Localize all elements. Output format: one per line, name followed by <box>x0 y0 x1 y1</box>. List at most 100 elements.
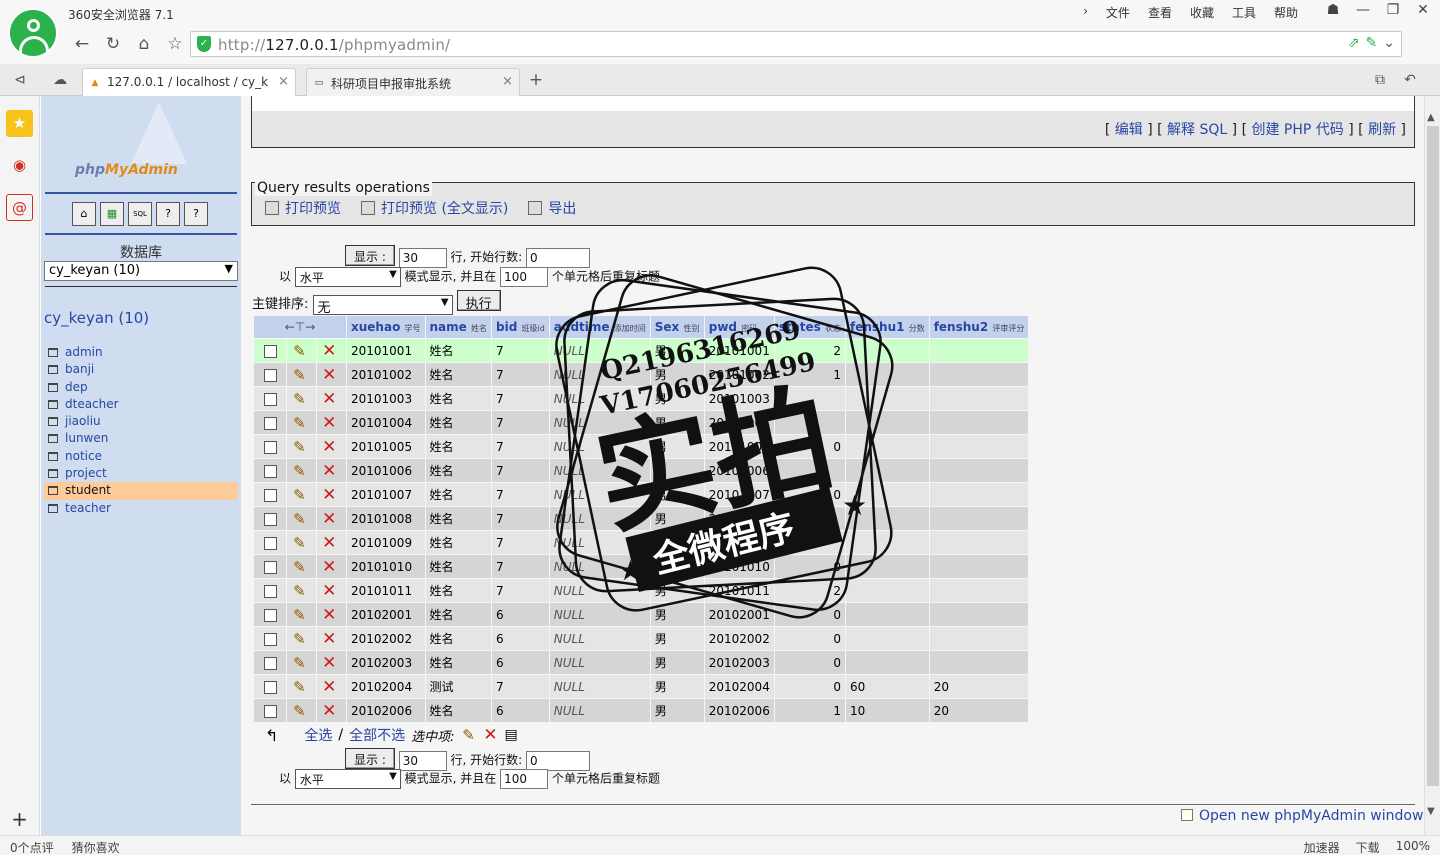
row-checkbox[interactable] <box>264 704 277 718</box>
edit-row-icon[interactable]: ✎ <box>291 535 307 551</box>
bulk-edit-icon[interactable]: ✎ <box>461 727 477 743</box>
column-header-name[interactable]: name 姓名 <box>425 316 491 338</box>
delete-row-icon[interactable]: ✕ <box>321 438 337 455</box>
table-icon[interactable] <box>48 417 58 427</box>
download-status[interactable]: 下载 <box>1356 839 1380 855</box>
table-row[interactable]: ✎ ✕ 20102003 姓名 6 NULL 男 20102003 0 <box>254 651 1029 674</box>
edit-row-icon[interactable]: ✎ <box>291 439 307 455</box>
share-icon[interactable]: ⇗ <box>1348 35 1360 51</box>
table-item-admin[interactable]: admin <box>44 344 238 361</box>
back-icon[interactable]: ← <box>70 32 94 56</box>
delete-row-icon[interactable]: ✕ <box>321 342 337 359</box>
help-icon[interactable]: ? <box>184 202 208 226</box>
delete-row-icon[interactable]: ✕ <box>321 678 337 695</box>
row-checkbox[interactable] <box>264 488 277 502</box>
star-icon[interactable]: ☆ <box>163 32 187 56</box>
tab-research-system[interactable]: ▭ 科研项目申报审批系统 × <box>306 68 520 96</box>
delete-row-icon[interactable]: ✕ <box>321 534 337 551</box>
column-header-fenshu2[interactable]: fenshu2 评审评分 <box>929 316 1029 338</box>
table-row[interactable]: ✎ ✕ 20101001 姓名 7 NULL 男 20101001 2 <box>254 339 1029 362</box>
column-header-addtime[interactable]: addtime 添加时间 <box>549 316 650 338</box>
sort-select[interactable]: 无 ▼ <box>312 294 453 316</box>
edit-row-icon[interactable]: ✎ <box>291 607 307 623</box>
edit-row-icon[interactable]: ✎ <box>291 679 307 695</box>
bulk-delete-icon[interactable]: ✕ <box>483 727 499 744</box>
repeat-header-input[interactable]: 100 <box>500 267 549 287</box>
row-checkbox[interactable] <box>264 344 277 358</box>
menu-tools[interactable]: 工具 <box>1230 4 1258 21</box>
table-row[interactable]: ✎ ✕ 20101004 姓名 7 NULL 男 20101004 <box>254 411 1029 434</box>
user-avatar[interactable] <box>8 8 58 58</box>
table-row[interactable]: ✎ ✕ 20101005 姓名 7 NULL 男 20101005 0 <box>254 435 1029 458</box>
table-icon[interactable] <box>48 469 58 479</box>
delete-row-icon[interactable]: ✕ <box>321 414 337 431</box>
start-row-input[interactable]: 0 <box>526 247 591 268</box>
table-item-dep[interactable]: dep <box>44 379 238 396</box>
row-checkbox[interactable] <box>264 464 277 478</box>
home-icon[interactable]: ⌂ <box>132 32 156 56</box>
sql-icon[interactable]: SQL <box>128 202 152 226</box>
close-icon[interactable]: ✕ <box>1412 2 1434 18</box>
table-icon[interactable] <box>48 365 58 375</box>
menu-favorites[interactable]: 收藏 <box>1188 4 1216 21</box>
add-extension-icon[interactable]: + <box>6 806 33 833</box>
mail-icon[interactable]: @ <box>6 194 33 221</box>
table-row[interactable]: ✎ ✕ 20101002 姓名 7 NULL 男 20101002 1 <box>254 363 1029 386</box>
column-header-sex[interactable]: Sex 性别 <box>650 316 704 338</box>
url-text[interactable]: http://127.0.0.1/phpmyadmin/ <box>218 36 450 54</box>
refresh-link[interactable]: 刷新 <box>1368 122 1396 138</box>
export-link[interactable]: 导出 <box>548 201 576 217</box>
accelerator-status[interactable]: 加速器 <box>1304 839 1340 855</box>
row-checkbox[interactable] <box>264 416 277 430</box>
database-select[interactable]: cy_keyan (10) ▼ <box>44 261 238 281</box>
delete-row-icon[interactable]: ✕ <box>321 390 337 407</box>
row-checkbox[interactable] <box>264 368 277 382</box>
address-bar[interactable]: ✓ http://127.0.0.1/phpmyadmin/ ⇗ ✎ ⌄ <box>190 31 1402 57</box>
table-icon[interactable] <box>48 382 58 392</box>
recommend-status[interactable]: 猜你喜欢 <box>72 839 120 855</box>
column-resize-icon[interactable]: ←⊤→ <box>254 316 346 338</box>
tab-phpmyadmin[interactable]: ▲ 127.0.0.1 / localhost / cy_k × <box>82 68 296 96</box>
mode-select[interactable]: 水平 ▼ <box>294 267 401 287</box>
column-header-pwd[interactable]: pwd 密码 <box>704 316 774 338</box>
table-icon[interactable] <box>48 451 58 461</box>
edit-sql-link[interactable]: 编辑 <box>1115 122 1143 138</box>
zoom-level[interactable]: 100% <box>1396 839 1430 855</box>
table-icon[interactable] <box>48 348 58 357</box>
delete-row-icon[interactable]: ✕ <box>321 510 337 527</box>
edit-row-icon[interactable]: ✎ <box>291 367 307 383</box>
sidebar-toggle-icon[interactable]: ⊲ <box>8 68 32 92</box>
delete-row-icon[interactable]: ✕ <box>321 606 337 623</box>
column-header-states[interactable]: states 状态 <box>774 316 846 338</box>
chevron-down-icon[interactable]: ⌄ <box>1383 35 1395 51</box>
tab-list-icon[interactable]: ⧉ <box>1368 68 1392 92</box>
row-checkbox[interactable] <box>264 656 277 670</box>
table-row[interactable]: ✎ ✕ 20102001 姓名 6 NULL 男 20102001 0 <box>254 603 1029 626</box>
menu-help[interactable]: 帮助 <box>1272 4 1300 21</box>
bulk-export-icon[interactable]: ▤ <box>505 727 518 743</box>
table-item-project[interactable]: project <box>44 465 238 482</box>
column-header-fenshu1[interactable]: fenshu1 分数 <box>846 316 929 338</box>
query-window-icon[interactable]: ▦ <box>100 202 124 226</box>
table-item-teacher[interactable]: teacher <box>44 500 238 517</box>
edit-row-icon[interactable]: ✎ <box>291 463 307 479</box>
repeat-header-input-bottom[interactable]: 100 <box>500 769 549 789</box>
table-row[interactable]: ✎ ✕ 20101003 姓名 7 NULL 男 20101003 <box>254 387 1029 410</box>
delete-row-icon[interactable]: ✕ <box>321 630 337 647</box>
select-all-link[interactable]: 全选 <box>304 725 332 745</box>
reload-icon[interactable]: ↻ <box>101 32 125 56</box>
column-header-xuehao[interactable]: xuehao 学号 <box>347 316 425 338</box>
row-checkbox[interactable] <box>264 512 277 526</box>
table-item-student[interactable]: student <box>44 482 238 500</box>
delete-row-icon[interactable]: ✕ <box>321 702 337 719</box>
favorites-star-icon[interactable]: ★ <box>6 110 33 137</box>
table-item-dteacher[interactable]: dteacher <box>44 396 238 413</box>
delete-row-icon[interactable]: ✕ <box>321 582 337 599</box>
edit-row-icon[interactable]: ✎ <box>291 703 307 719</box>
execute-button[interactable]: 执行 <box>456 290 501 312</box>
table-row[interactable]: ✎ ✕ 20101007 姓名 7 NULL 男 20101007 0 <box>254 483 1029 506</box>
close-tab-icon[interactable]: × <box>502 74 513 89</box>
database-title[interactable]: cy_keyan (10) <box>44 309 149 327</box>
row-checkbox[interactable] <box>264 680 277 694</box>
table-icon[interactable] <box>48 399 58 409</box>
